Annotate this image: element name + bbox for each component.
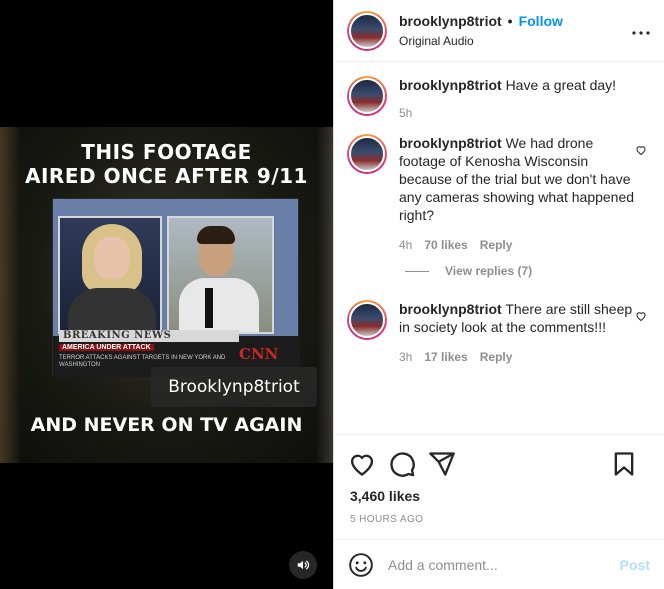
comment-time: 5h [399,106,413,120]
cnn-logo: CNN [239,345,279,363]
heart-icon[interactable] [635,310,647,322]
replies-divider [405,270,429,272]
comment-icon[interactable] [388,450,416,478]
comment-username[interactable]: brooklynp8triot [399,301,502,317]
comments-list: brooklynp8triot Have a great day! 5h bro… [334,62,664,434]
avatar[interactable] [347,134,387,174]
list-item: brooklynp8triot We had drone footage of … [347,134,651,252]
view-replies-button[interactable]: View replies (7) [405,264,651,278]
comment-time: 4h [399,238,413,252]
post-actions [334,434,664,492]
add-comment-bar: Post [334,539,664,589]
post-button[interactable]: Post [620,557,650,573]
comment-username[interactable]: brooklynp8triot [399,135,502,151]
more-options-icon[interactable] [632,22,650,36]
follow-button[interactable]: Follow [519,13,563,29]
view-replies-label: View replies (7) [445,264,533,278]
post-side-panel: brooklynp8triot • Follow Original Audio … [333,0,664,589]
bookmark-icon[interactable] [610,450,638,478]
avatar[interactable] [347,76,387,116]
comment-likes[interactable]: 17 likes [424,350,467,364]
reporter-image [167,216,274,334]
post-header: brooklynp8triot • Follow Original Audio [334,0,664,62]
comment-input[interactable] [388,556,620,573]
comment-time: 3h [399,350,413,364]
speaker-icon [297,560,310,570]
video-watermark: Brooklynp8triot [151,367,317,407]
audio-toggle-button[interactable] [289,551,317,579]
comment-username[interactable]: brooklynp8triot [399,77,502,93]
news-broadcast-image: BREAKING NEWS AMERICA UNDER ATTACK TERRO… [52,198,300,377]
share-icon[interactable] [428,450,456,478]
list-item: brooklynp8triot Have a great day! 5h [347,76,651,120]
video-player[interactable]: THIS FOOTAGE AIRED ONCE AFTER 9/11 BREAK… [0,0,333,589]
like-heart-icon[interactable] [348,450,376,478]
reply-button[interactable]: Reply [480,350,513,364]
anchor-image [58,216,162,334]
america-under-attack-label: AMERICA UNDER ATTACK [59,344,154,351]
emoji-icon[interactable] [348,552,374,578]
reply-button[interactable]: Reply [480,238,513,252]
post-timestamp[interactable]: 5 HOURS AGO [334,514,664,525]
post-username[interactable]: brooklynp8triot [399,13,502,29]
comment-likes[interactable]: 70 likes [424,238,467,252]
video-caption-top: THIS FOOTAGE AIRED ONCE AFTER 9/11 [25,140,308,188]
avatar[interactable] [347,10,387,51]
heart-icon[interactable] [635,144,647,156]
original-audio-link[interactable]: Original Audio [399,34,563,48]
separator-dot: • [507,13,513,29]
comment-text: Have a great day! [505,77,617,93]
breaking-news-banner: BREAKING NEWS [59,330,239,342]
avatar[interactable] [347,300,387,340]
video-caption-bottom: AND NEVER ON TV AGAIN [30,414,303,436]
list-item: brooklynp8triot There are still sheep in… [347,300,651,364]
